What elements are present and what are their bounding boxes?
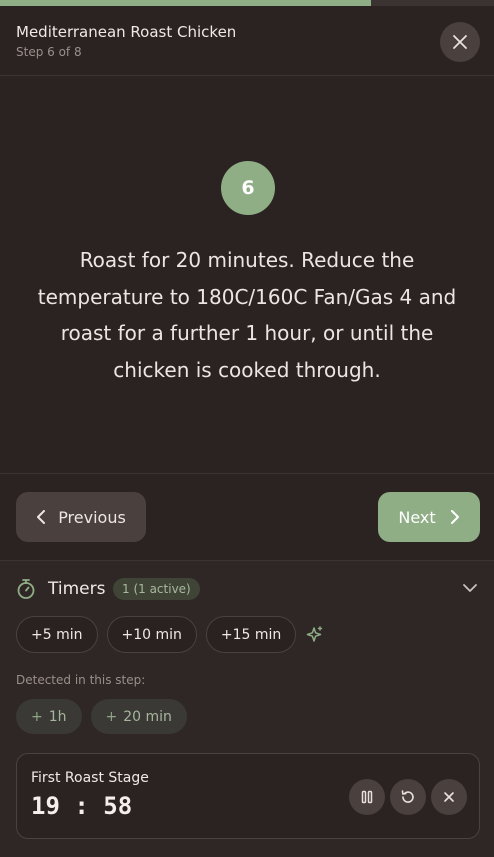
reset-icon bbox=[401, 790, 414, 803]
plus-icon: + bbox=[31, 708, 43, 725]
reset-timer-button[interactable] bbox=[390, 779, 426, 815]
delete-timer-button[interactable] bbox=[431, 779, 467, 815]
active-timer-card: First Roast Stage 19 : 58 bbox=[16, 753, 480, 839]
chevron-right-icon bbox=[450, 510, 459, 524]
sparkle-icon bbox=[307, 625, 323, 642]
timer-controls bbox=[349, 779, 467, 815]
chip-label: +15 min bbox=[220, 626, 282, 643]
timers-panel: Timers 1 (1 active) +5 min +10 min +15 m… bbox=[0, 560, 494, 857]
timer-name: First Roast Stage bbox=[31, 770, 149, 786]
divider bbox=[0, 473, 494, 474]
stopwatch-icon bbox=[17, 579, 35, 599]
step-indicator: Step 6 of 8 bbox=[16, 45, 82, 59]
step-instruction: Roast for 20 minutes. Reduce the tempera… bbox=[37, 248, 457, 382]
add-5-min-button[interactable]: +5 min bbox=[16, 616, 98, 653]
chip-label: 20 min bbox=[123, 708, 172, 725]
timers-count-badge: 1 (1 active) bbox=[113, 578, 200, 600]
recipe-title: Mediterranean Roast Chicken bbox=[16, 23, 237, 41]
chip-label: +10 min bbox=[121, 626, 182, 643]
quick-add-timers: +5 min +10 min +15 min bbox=[16, 616, 324, 653]
timers-header: Timers 1 (1 active) bbox=[16, 577, 478, 601]
detected-timers: +1h +20 min bbox=[16, 699, 187, 734]
custom-timer-button[interactable] bbox=[306, 625, 324, 644]
header: Mediterranean Roast Chicken Step 6 of 8 bbox=[0, 6, 494, 76]
pause-timer-button[interactable] bbox=[349, 779, 385, 815]
timer-countdown: 19 : 58 bbox=[31, 792, 133, 820]
next-label: Next bbox=[398, 507, 436, 527]
chevron-down-icon[interactable] bbox=[462, 580, 478, 596]
chevron-left-icon bbox=[37, 510, 46, 524]
previous-label: Previous bbox=[58, 507, 126, 527]
add-15-min-button[interactable]: +15 min bbox=[205, 616, 297, 653]
close-icon bbox=[444, 792, 454, 802]
detected-label: Detected in this step: bbox=[16, 673, 146, 687]
detected-timer-1h[interactable]: +1h bbox=[16, 699, 82, 734]
next-button[interactable]: Next bbox=[378, 492, 480, 542]
chip-label: 1h bbox=[48, 708, 67, 725]
timers-label: Timers bbox=[48, 579, 106, 599]
plus-icon: + bbox=[105, 708, 118, 725]
add-10-min-button[interactable]: +10 min bbox=[106, 616, 197, 653]
previous-button[interactable]: Previous bbox=[16, 492, 146, 542]
close-icon bbox=[453, 35, 467, 49]
detected-timer-20-min[interactable]: +20 min bbox=[90, 699, 187, 734]
close-button[interactable] bbox=[440, 22, 480, 62]
chip-label: +5 min bbox=[31, 626, 83, 643]
pause-icon bbox=[361, 790, 373, 804]
step-number-badge: 6 bbox=[221, 161, 275, 215]
